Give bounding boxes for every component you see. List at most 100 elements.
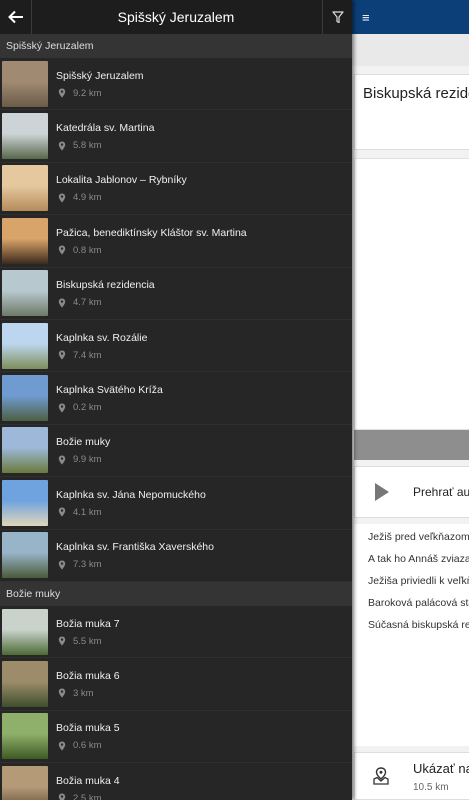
place-title: Kaplnka sv. Jána Nepomuckého — [56, 488, 206, 501]
audio-progress-bar[interactable] — [354, 430, 469, 460]
place-distance: 3 km — [56, 688, 352, 699]
places-list: Spišský Jeruzalem Spišský Jeruzalem 9.2 km… — [0, 34, 352, 800]
place-text: Kaplnka Svätého Kríža 0.2 km — [56, 383, 352, 413]
section-header: Spišský Jeruzalem — [0, 34, 352, 58]
place-thumbnail — [2, 322, 48, 369]
place-distance: 5.8 km — [56, 140, 352, 151]
place-thumbnail — [2, 532, 48, 579]
place-list-item[interactable]: Kaplnka Svätého Kríža 0.2 km — [0, 372, 352, 425]
place-title: Božia muka 5 — [56, 722, 120, 735]
place-thumbnail — [2, 427, 48, 474]
location-pin-icon — [58, 298, 66, 308]
detail-title-card: Biskupská rezidencia — [354, 74, 469, 150]
detail-panel: ≡ Biskupská rezidencia Prehrať audio Jež… — [352, 0, 469, 800]
place-list-item[interactable]: Kaplnka sv. Františka Xaverského 7.3 km — [0, 529, 352, 582]
distance-label: 10.5 km — [413, 782, 449, 793]
place-text: Kaplnka sv. Rozálie 7.4 km — [56, 331, 352, 361]
place-distance: 4.1 km — [56, 507, 352, 518]
place-title: Katedrála sv. Martina — [56, 122, 155, 135]
detail-title: Biskupská rezidencia — [363, 85, 469, 102]
location-pin-icon — [58, 560, 66, 570]
place-list-item[interactable]: Spišský Jeruzalem 9.2 km — [0, 58, 352, 111]
place-list-item[interactable]: Božia muka 6 3 km — [0, 658, 352, 711]
distance-value: 5.5 km — [73, 635, 102, 647]
place-distance: 7.3 km — [56, 559, 352, 570]
place-title: Spišský Jeruzalem — [56, 69, 144, 82]
detail-description: Ježiš pred veľkňazom A tak ho Annáš zvia… — [354, 524, 469, 746]
place-title: Božia muka 7 — [56, 617, 120, 630]
paragraph: Ježiša priviedli k veľkňazovi — [368, 575, 469, 587]
location-pin-icon — [58, 455, 66, 465]
show-on-map-button[interactable]: Ukázať na mape 10.5 km — [354, 752, 469, 800]
place-list-item[interactable]: Biskupská rezidencia 4.7 km — [0, 267, 352, 320]
place-thumbnail — [2, 270, 48, 317]
paragraph: Baroková palácová stavba z 18. storočí. … — [368, 597, 469, 609]
distance-value: 0.2 km — [73, 402, 102, 414]
distance-value: 0.6 km — [73, 740, 102, 752]
place-thumbnail — [2, 165, 48, 212]
place-list-item[interactable]: Kaplnka sv. Rozálie 7.4 km — [0, 319, 352, 373]
play-icon[interactable] — [375, 483, 389, 501]
place-list-item[interactable]: Kaplnka sv. Jána Nepomuckého 4.1 km — [0, 477, 352, 530]
place-distance: 0.8 km — [56, 245, 352, 256]
place-distance: 4.9 km — [56, 192, 352, 203]
location-pin-icon — [58, 741, 66, 751]
place-text: Pažica, benediktínsky Kláštor sv. Martin… — [56, 226, 352, 256]
distance-value: 9.2 km — [73, 87, 102, 99]
place-distance: 9.9 km — [56, 454, 352, 465]
distance-value: 5.8 km — [73, 140, 102, 152]
place-list-item[interactable]: Pažica, benediktínsky Kláštor sv. Martin… — [0, 215, 352, 268]
place-list-item[interactable]: Božie muky 9.9 km — [0, 424, 352, 478]
place-distance: 9.2 km — [56, 88, 352, 99]
filter-icon — [331, 10, 344, 23]
places-drawer: Spišský Jeruzalem Spišský Jeruzalem Spišs… — [0, 0, 352, 800]
place-title: Lokalita Jablonov – Rybníky — [56, 174, 187, 187]
place-distance: 5.5 km — [56, 636, 352, 647]
distance-value: 3 km — [73, 687, 94, 699]
place-list-item[interactable]: Božia muka 5 0.6 km — [0, 710, 352, 764]
location-pin-icon — [58, 507, 66, 517]
distance-value: 4.1 km — [73, 506, 102, 518]
place-thumbnail — [2, 60, 48, 107]
place-text: Božia muka 7 5.5 km — [56, 617, 352, 647]
place-title: Kaplnka Svätého Kríža — [56, 384, 163, 397]
place-title: Božia muka 4 — [56, 774, 120, 787]
distance-value: 2.5 km — [73, 792, 102, 800]
audio-player[interactable]: Prehrať audio — [354, 466, 469, 518]
place-thumbnail — [2, 217, 48, 264]
location-pin-icon — [58, 793, 66, 800]
back-button[interactable] — [0, 0, 32, 34]
drawer-header: Spišský Jeruzalem — [0, 0, 352, 34]
place-text: Božia muka 6 3 km — [56, 669, 352, 699]
place-list-item[interactable]: Lokalita Jablonov – Rybníky 4.9 km — [0, 162, 352, 216]
place-thumbnail — [2, 113, 48, 160]
place-title: Biskupská rezidencia — [56, 279, 155, 292]
distance-value: 0.8 km — [73, 244, 102, 256]
place-text: Božia muka 4 2.5 km — [56, 774, 352, 800]
location-pin-icon — [58, 193, 66, 203]
map-pin-icon — [373, 767, 389, 785]
arrow-left-icon — [7, 10, 23, 24]
place-text: Božie muky 9.9 km — [56, 435, 352, 465]
place-thumbnail — [2, 608, 48, 655]
menu-icon[interactable]: ≡ — [362, 10, 370, 25]
location-pin-icon — [58, 688, 66, 698]
distance-value: 7.4 km — [73, 349, 102, 361]
place-text: Božia muka 5 0.6 km — [56, 721, 352, 751]
place-list-item[interactable]: Božia muka 7 5.5 km — [0, 605, 352, 659]
place-distance: 0.6 km — [56, 740, 352, 751]
drawer-title: Spišský Jeruzalem — [117, 9, 235, 25]
place-thumbnail — [2, 713, 48, 760]
place-distance: 0.2 km — [56, 402, 352, 413]
section-header: Božie muky — [0, 581, 352, 606]
paragraph: Súčasná biskupská rezidencia Mutimíra, k… — [368, 619, 469, 631]
place-distance: 7.4 km — [56, 350, 352, 361]
place-list-item[interactable]: Katedrála sv. Martina 5.8 km — [0, 110, 352, 163]
place-list-item[interactable]: Božia muka 4 2.5 km — [0, 763, 352, 800]
filter-button[interactable] — [322, 0, 352, 34]
place-thumbnail — [2, 765, 48, 800]
place-distance: 4.7 km — [56, 297, 352, 308]
distance-value: 9.9 km — [73, 454, 102, 466]
distance-value: 4.7 km — [73, 297, 102, 309]
place-title: Božie muky — [56, 436, 111, 449]
